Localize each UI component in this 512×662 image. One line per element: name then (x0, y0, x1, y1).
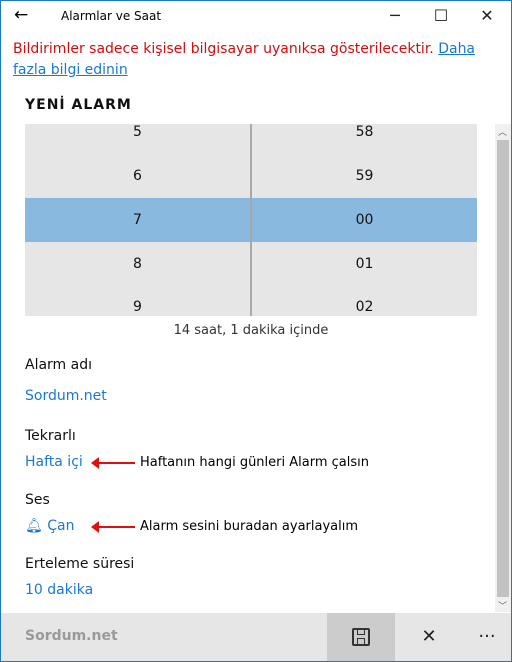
scroll-up-icon[interactable]: ︿ (498, 125, 507, 138)
scroll-down-icon[interactable]: ﹀ (498, 599, 507, 612)
bell-icon: 🔔︎ (25, 518, 43, 534)
more-button[interactable]: ··· (453, 613, 512, 661)
hour-option[interactable]: 9 (25, 299, 250, 315)
back-arrow-icon[interactable]: ← (14, 5, 28, 25)
window-title: Alarmlar ve Saat (61, 9, 162, 23)
page-heading: YENİ ALARM (25, 97, 132, 113)
alarm-name-label: Alarm adı (25, 357, 92, 373)
time-picker[interactable]: 5 6 7 8 9 58 59 00 01 02 (25, 124, 477, 316)
sound-label: Ses (25, 492, 50, 508)
hour-option[interactable]: 5 (25, 124, 250, 140)
minute-option[interactable]: 02 (252, 299, 477, 315)
more-icon: ··· (478, 626, 496, 647)
save-icon (352, 628, 370, 646)
close-window-button[interactable]: ✕ (467, 4, 507, 28)
maximize-button[interactable]: ☐ (421, 4, 461, 28)
hour-option[interactable]: 6 (25, 168, 250, 184)
snooze-select[interactable]: 10 dakika (25, 582, 93, 598)
save-button[interactable] (327, 613, 395, 661)
sound-select[interactable]: 🔔︎ Çan (25, 518, 74, 534)
minute-option[interactable]: 01 (252, 256, 477, 272)
hour-option-selected[interactable]: 7 (25, 212, 250, 228)
annotation-arrow-icon (91, 457, 135, 469)
minute-option[interactable]: 59 (252, 168, 477, 184)
scrollbar-thumb[interactable] (497, 140, 509, 597)
repeat-label: Tekrarlı (25, 428, 76, 444)
notification-warning: Bildirimler sadece kişisel bilgisayar uy… (13, 41, 476, 78)
minimize-button[interactable]: ─ (375, 4, 415, 28)
repeat-annotation: Haftanın hangi günleri Alarm çalsın (140, 455, 369, 470)
time-until-alarm: 14 saat, 1 dakika içinde (173, 323, 329, 338)
minute-option[interactable]: 58 (252, 124, 477, 140)
sound-annotation: Alarm sesini buradan ayarlayalım (140, 519, 359, 534)
watermark: Sordum.net (25, 628, 118, 644)
annotation-arrow-icon (91, 521, 135, 533)
close-icon: ✕ (421, 626, 437, 647)
hour-option[interactable]: 8 (25, 256, 250, 272)
alarm-name-input[interactable]: Sordum.net (25, 388, 107, 404)
minute-option-selected[interactable]: 00 (252, 212, 477, 228)
snooze-label: Erteleme süresi (25, 556, 135, 572)
repeat-select[interactable]: Hafta içi (25, 454, 83, 470)
